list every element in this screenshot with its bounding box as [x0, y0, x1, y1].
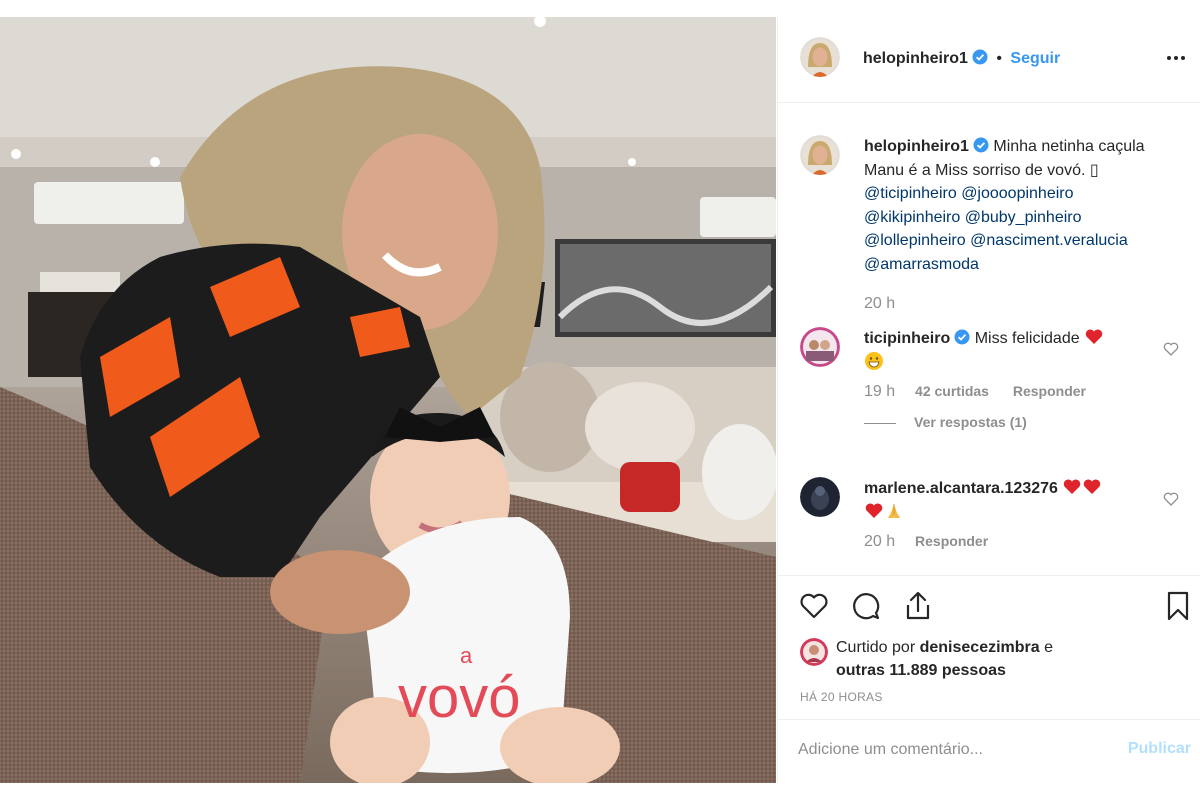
verified-badge-icon — [973, 137, 989, 153]
caption-time[interactable]: 20 h — [864, 295, 895, 312]
liker-username[interactable]: denisecezimbra — [920, 639, 1040, 656]
comment-avatar[interactable] — [800, 327, 840, 367]
mention-link[interactable]: @amarrasmoda — [864, 256, 979, 273]
mention-link[interactable]: @buby_pinheiro — [965, 209, 1082, 226]
verified-badge-icon — [954, 329, 970, 345]
comment-username[interactable]: ticipinheiro — [864, 330, 950, 347]
more-options-icon[interactable] — [1165, 47, 1187, 69]
comments-section[interactable]: helopinheiro1 Minha netinha caçula Manu … — [778, 103, 1200, 575]
red-heart-emoji-icon — [865, 502, 883, 518]
like-heart-icon[interactable] — [798, 590, 830, 622]
caption-text: helopinheiro1 Minha netinha caçula Manu … — [864, 135, 1164, 276]
red-heart-emoji-icon — [1085, 329, 1103, 344]
like-comment-heart-icon[interactable] — [1163, 491, 1179, 507]
likes-prefix: Curtido por — [836, 639, 916, 656]
comment-meta: 19 h 42 curtidas Responder — [864, 383, 1106, 401]
caption-avatar-image — [800, 135, 840, 175]
mention-link[interactable]: @kikipinheiro — [864, 209, 960, 226]
post-time-ago[interactable]: HÁ 20 HORAS — [800, 690, 883, 704]
comment-body: Miss felicidade — [974, 330, 1080, 347]
comment-text: marlene.alcantara.123276 — [864, 477, 1154, 524]
post-header-line: helopinheiro1 • Seguir — [863, 49, 1060, 68]
red-heart-emoji-icon — [1064, 479, 1081, 494]
post-photo[interactable]: vovó a — [0, 17, 776, 783]
comment-input[interactable] — [798, 736, 1098, 764]
comment-avatar-image — [800, 327, 840, 367]
view-replies-button[interactable]: Ver respostas (1) — [864, 414, 1027, 430]
comment-time[interactable]: 20 h — [864, 533, 895, 550]
comment-likes[interactable]: 42 curtidas — [915, 383, 989, 399]
comment-avatar[interactable] — [800, 477, 840, 517]
onesie-small-text: a — [460, 643, 473, 668]
comment-meta: 20 h Responder — [864, 533, 1008, 551]
comment: ticipinheiro Miss felicidade 19 h 42 cur… — [778, 327, 1200, 457]
like-comment-heart-icon[interactable] — [1163, 341, 1179, 357]
comment-bubble-icon[interactable] — [850, 590, 882, 622]
red-heart-emoji-icon — [1084, 479, 1101, 494]
view-replies-label: Ver respostas (1) — [914, 414, 1027, 430]
mention-link[interactable]: @lollepinheiro — [864, 232, 966, 249]
folded-hands-emoji-icon — [888, 503, 900, 518]
header-separator: • — [996, 50, 1002, 67]
author-username[interactable]: helopinheiro1 — [863, 50, 968, 67]
verified-badge-icon — [972, 49, 988, 65]
save-bookmark-icon[interactable] — [1162, 590, 1194, 622]
comment-time[interactable]: 19 h — [864, 383, 895, 400]
post-photo-illustration: vovó a — [0, 17, 776, 783]
caption: helopinheiro1 Minha netinha caçula Manu … — [778, 135, 1200, 325]
publish-button[interactable]: Publicar — [1128, 740, 1191, 758]
liker-avatar-image — [800, 638, 828, 666]
add-comment-bar: Publicar — [778, 719, 1200, 783]
comment-avatar-image — [800, 477, 840, 517]
caption-avatar[interactable] — [800, 135, 840, 175]
comment-username[interactable]: marlene.alcantara.123276 — [864, 480, 1058, 497]
reply-button[interactable]: Responder — [1013, 383, 1086, 399]
reply-button[interactable]: Responder — [915, 533, 988, 549]
mention-link[interactable]: @joooopinheiro — [961, 185, 1073, 202]
post-side-panel: helopinheiro1 • Seguir helopinheiro1 Min… — [777, 17, 1200, 783]
caption-meta: 20 h — [864, 295, 911, 313]
author-avatar[interactable] — [800, 37, 840, 77]
caption-end-glyph: ▯ — [1089, 161, 1099, 179]
comment: marlene.alcantara.123276 20 h Responder — [778, 477, 1200, 575]
grinning-face-emoji-icon — [865, 351, 883, 370]
likes-summary: Curtido por denisecezimbra e outras 11.8… — [836, 636, 1053, 682]
share-icon[interactable] — [902, 590, 934, 622]
likes-conjunction: e — [1044, 639, 1054, 656]
post-header: helopinheiro1 • Seguir — [778, 17, 1200, 103]
replies-divider — [864, 422, 896, 424]
mention-link[interactable]: @nasciment.veralucia — [970, 232, 1128, 249]
follow-button[interactable]: Seguir — [1010, 50, 1060, 67]
liker-avatar[interactable] — [800, 638, 828, 666]
likes-others-count[interactable]: outras 11.889 pessoas — [836, 662, 1006, 679]
onesie-text: vovó — [398, 665, 521, 730]
caption-username[interactable]: helopinheiro1 — [864, 138, 969, 155]
mention-link[interactable]: @ticipinheiro — [864, 185, 957, 202]
author-avatar-image — [800, 37, 840, 77]
comment-text: ticipinheiro Miss felicidade — [864, 327, 1154, 374]
post-actions: Curtido por denisecezimbra e outras 11.8… — [778, 575, 1200, 725]
